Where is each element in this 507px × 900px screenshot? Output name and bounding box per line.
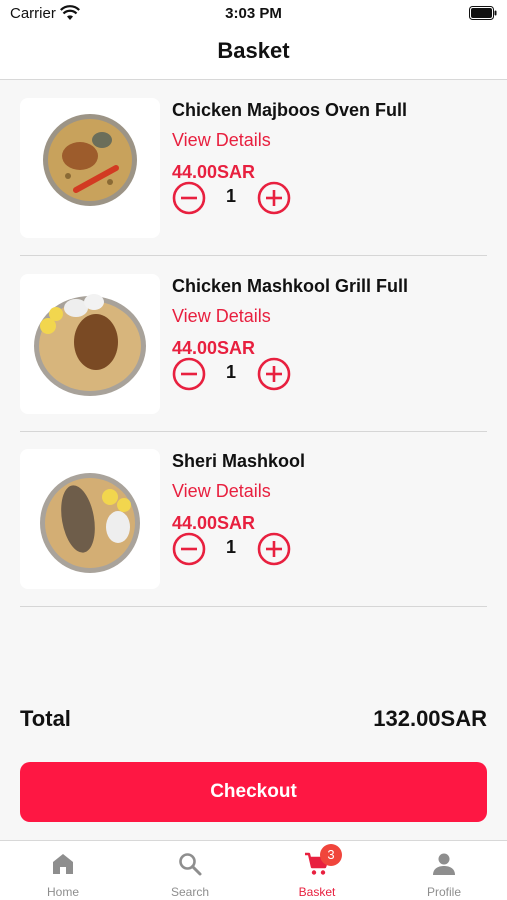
product-image bbox=[20, 98, 160, 238]
basket-item: Chicken Majboos Oven Full View Details 4… bbox=[20, 80, 487, 256]
tab-search[interactable]: Search bbox=[127, 841, 253, 900]
cart-count-badge: 3 bbox=[320, 844, 342, 866]
decrease-quantity-button[interactable] bbox=[172, 181, 206, 215]
decrease-quantity-button[interactable] bbox=[172, 532, 206, 566]
basket-item: Chicken Mashkool Grill Full View Details… bbox=[20, 256, 487, 432]
view-details-link[interactable]: View Details bbox=[172, 130, 271, 151]
total-value: 132.00SAR bbox=[373, 706, 487, 731]
sheri-mashkool-dish-image bbox=[40, 473, 140, 573]
increase-quantity-button[interactable] bbox=[257, 532, 291, 566]
checkout-button[interactable]: Checkout bbox=[20, 762, 487, 822]
search-icon bbox=[179, 853, 202, 876]
view-details-link[interactable]: View Details bbox=[172, 481, 271, 502]
battery-icon bbox=[469, 6, 497, 20]
total-label: Total bbox=[20, 706, 71, 731]
tab-label: Basket bbox=[298, 885, 336, 899]
mashkool-grill-dish-image bbox=[34, 294, 146, 396]
product-image bbox=[20, 274, 160, 414]
majboos-dish-image bbox=[43, 114, 137, 206]
tab-bar: Home Search 3 Basket Profile bbox=[0, 840, 507, 900]
item-price: 44.00SAR bbox=[172, 162, 256, 182]
increase-quantity-button[interactable] bbox=[257, 357, 291, 391]
tab-home[interactable]: Home bbox=[0, 841, 126, 900]
tab-label: Profile bbox=[426, 885, 461, 899]
status-time: 3:03 PM bbox=[225, 5, 282, 22]
page-title: Basket bbox=[217, 38, 290, 63]
nav-bar: Basket bbox=[0, 28, 507, 80]
decrease-quantity-button[interactable] bbox=[172, 357, 206, 391]
item-name: Chicken Mashkool Grill Full bbox=[172, 276, 409, 296]
quantity-value: 1 bbox=[225, 362, 236, 382]
item-price: 44.00SAR bbox=[172, 513, 256, 533]
tab-label: Search bbox=[170, 885, 210, 899]
tab-basket[interactable]: 3 Basket bbox=[254, 841, 380, 900]
item-price: 44.00SAR bbox=[172, 338, 256, 358]
quantity-value: 1 bbox=[225, 537, 236, 557]
item-name: Sheri Mashkool bbox=[172, 451, 306, 471]
view-details-link[interactable]: View Details bbox=[172, 306, 271, 327]
quantity-value: 1 bbox=[225, 186, 236, 206]
item-name: Chicken Majboos Oven Full bbox=[172, 100, 408, 120]
increase-quantity-button[interactable] bbox=[257, 181, 291, 215]
tab-label: Home bbox=[46, 885, 79, 899]
home-icon bbox=[53, 854, 73, 874]
product-image bbox=[20, 449, 160, 589]
status-bar: Carrier 3:03 PM bbox=[0, 0, 507, 28]
basket-item: Sheri Mashkool View Details 44.00SAR 1 bbox=[20, 431, 487, 607]
person-icon bbox=[433, 853, 455, 875]
tab-profile[interactable]: Profile bbox=[381, 841, 507, 900]
